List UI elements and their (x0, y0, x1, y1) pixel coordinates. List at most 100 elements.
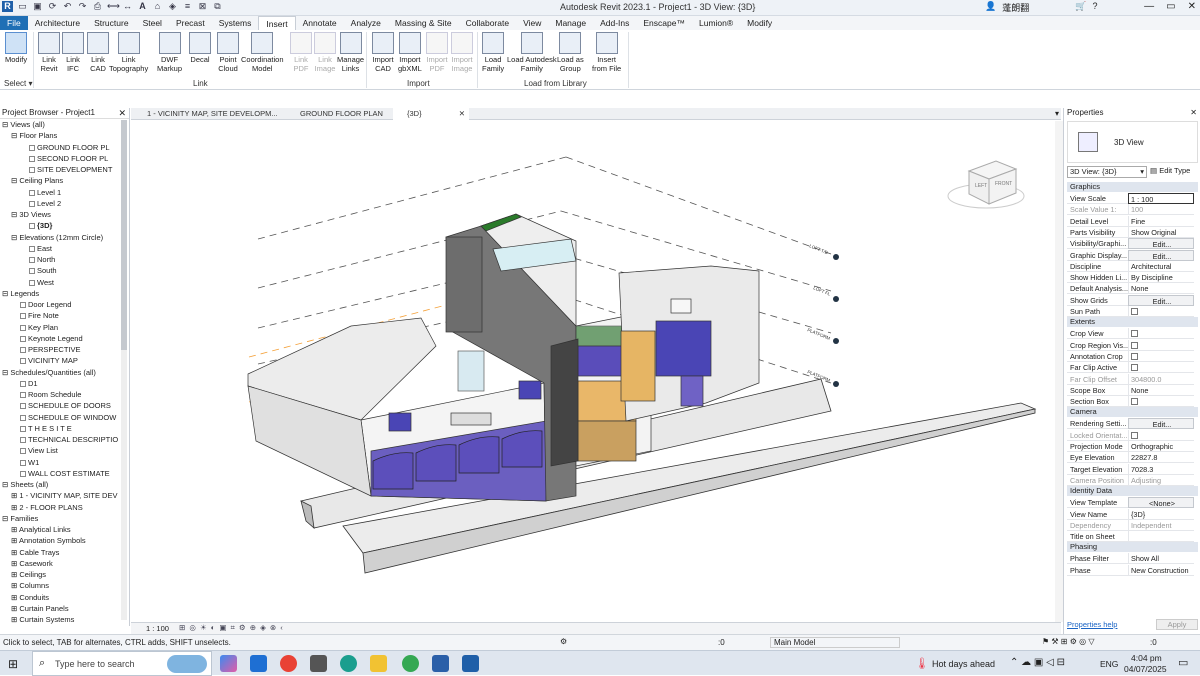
thin-lines-icon[interactable]: ≡ (182, 1, 193, 12)
property-value[interactable]: By Discipline (1128, 272, 1194, 284)
close-button[interactable]: ✕ (1188, 1, 1196, 12)
browser-item[interactable]: WALL COST ESTIMATE (0, 468, 129, 479)
help-icon[interactable]: ? (1092, 1, 1097, 14)
tab-view[interactable]: View (516, 16, 548, 30)
tab-massing-site[interactable]: Massing & Site (388, 16, 459, 30)
tab-file[interactable]: File (0, 16, 28, 30)
dimension-icon[interactable]: ↔ (122, 1, 133, 12)
property-value[interactable]: None (1128, 384, 1194, 396)
redo-icon[interactable]: ↷ (77, 1, 88, 12)
worksets-icon[interactable]: ⚙ (560, 637, 567, 646)
browser-item[interactable]: ⊟ Families (0, 513, 129, 524)
browser-item[interactable]: Key Plan (0, 322, 129, 333)
tab-lumion-[interactable]: Lumion® (692, 16, 740, 30)
browser-item[interactable]: ⊞ Curtain Systems (0, 614, 129, 625)
ribbon-button-manage-links[interactable]: Manage Links (337, 32, 364, 73)
system-tray-icons[interactable]: ⌃ ☁ ▣ ◁ ⊟ (1010, 657, 1065, 668)
scale-selector[interactable]: 1 : 100 (146, 624, 169, 633)
ribbon-button-insert-from-file[interactable]: Insert from File (592, 32, 621, 73)
ribbon-button-link-topography[interactable]: Link Topography (109, 32, 148, 73)
instance-selector[interactable]: 3D View: {3D} ▾ (1067, 166, 1147, 178)
property-value[interactable]: {3D} (1128, 508, 1194, 520)
browser-item[interactable]: W1 (0, 457, 129, 468)
browser-item[interactable]: D1 (0, 378, 129, 389)
level-tag[interactable]: LOFT T/B (809, 243, 829, 255)
weather-text[interactable]: Hot days ahead (932, 659, 995, 669)
ribbon-button-link-revit[interactable]: Link Revit (38, 32, 60, 73)
browser-item[interactable]: East (0, 243, 129, 254)
property-value[interactable]: Show Original (1128, 226, 1194, 238)
property-value[interactable]: None (1128, 283, 1194, 295)
file-explorer-icon[interactable] (370, 655, 387, 672)
browser-item[interactable]: ⊟ Legends (0, 288, 129, 299)
view-tab-3d[interactable]: {3D} ✕ (393, 108, 469, 120)
browser-item[interactable]: Level 2 (0, 198, 129, 209)
property-value[interactable] (1128, 429, 1194, 441)
browser-item[interactable]: ⊟ 3D Views (0, 209, 129, 220)
user-icon[interactable]: 👤 (985, 1, 996, 14)
weather-icon[interactable]: 🌡 (915, 657, 929, 670)
view-vertical-scrollbar[interactable] (1055, 121, 1063, 622)
browser-item[interactable]: Keynote Legend (0, 333, 129, 344)
browser-item[interactable]: ⊞ 2 - FLOOR PLANS (0, 502, 129, 513)
app-icon[interactable] (310, 655, 327, 672)
ribbon-button-load-family[interactable]: Load Family (482, 32, 504, 73)
property-value[interactable]: 22827.8 (1128, 452, 1194, 464)
apply-button[interactable]: Apply (1156, 619, 1198, 630)
ribbon-button-point-cloud[interactable]: Point Cloud (217, 32, 239, 73)
save-icon[interactable]: ▣ (32, 1, 43, 12)
checkbox[interactable] (1131, 308, 1138, 315)
undo-icon[interactable]: ↶ (62, 1, 73, 12)
property-value[interactable] (1128, 531, 1194, 543)
ribbon-button-link-pdf[interactable]: Link PDF (290, 32, 312, 73)
level-tag[interactable]: LOFT FL (813, 285, 832, 297)
section-header-graphics[interactable]: Graphics (1067, 182, 1198, 192)
close-hidden-icon[interactable]: ⊠ (197, 1, 208, 12)
ribbon-button-import-cad[interactable]: Import CAD (372, 32, 394, 73)
properties-help-link[interactable]: Properties help (1067, 620, 1117, 629)
property-value[interactable]: New Construction (1128, 564, 1194, 576)
browser-item[interactable]: ⊟ Ceiling Plans (0, 175, 129, 186)
property-value[interactable]: Edit... (1128, 238, 1194, 250)
expand-icon[interactable]: ⊞ (11, 536, 19, 545)
property-value[interactable] (1128, 306, 1194, 317)
text-icon[interactable]: A (137, 1, 148, 12)
tab-enscape-[interactable]: Enscape™ (636, 16, 692, 30)
3d-view-icon[interactable]: ⌂ (152, 1, 163, 12)
viewcube[interactable]: LEFT FRONT (947, 160, 1025, 209)
browser-item[interactable]: North (0, 254, 129, 265)
browser-item[interactable]: SCHEDULE OF DOORS (0, 400, 129, 411)
ribbon-button-link-cad[interactable]: Link CAD (87, 32, 109, 73)
browser-item[interactable]: West (0, 277, 129, 288)
tab-annotate[interactable]: Annotate (296, 16, 344, 30)
view-menu-icon[interactable]: ▾ (1055, 109, 1059, 118)
browser-item[interactable]: GROUND FLOOR PL (0, 142, 129, 153)
view-tab-vicinity-map[interactable]: 1 - VICINITY MAP, SITE DEVELOPM... (133, 108, 283, 120)
tab-analyze[interactable]: Analyze (344, 16, 388, 30)
browser-item[interactable]: ⊞ Casework (0, 558, 129, 569)
property-value[interactable]: <None> (1128, 497, 1194, 509)
browser-item[interactable]: ⊞ Columns (0, 580, 129, 591)
browser-item[interactable]: Room Schedule (0, 389, 129, 400)
ribbon-button-import-image[interactable]: Import Image (451, 32, 473, 73)
property-value[interactable] (1128, 350, 1194, 362)
section-header-camera[interactable]: Camera (1067, 407, 1198, 418)
property-value[interactable]: 1 : 100 (1128, 193, 1194, 204)
type-selector[interactable]: 3D View (1067, 121, 1198, 163)
3d-viewport[interactable]: LOFT T/B LOFT FL PLATFORM PLATFORM LEFT … (131, 121, 1056, 622)
tab-modify[interactable]: Modify (740, 16, 779, 30)
copilot-icon[interactable] (220, 655, 237, 672)
tab-manage[interactable]: Manage (548, 16, 593, 30)
view-controls-icons[interactable]: ⊞ ◎ ☀ ◐ ▣ ⌗ ⚙ ⊕ ◈ ⊗ ‹ (179, 623, 284, 633)
print-icon[interactable]: ⎙ (92, 1, 103, 12)
minimize-button[interactable]: — (1144, 1, 1154, 12)
browser-item[interactable]: ⊞ Conduits (0, 592, 129, 603)
edit-type-button[interactable]: ▤ Edit Type (1150, 166, 1190, 175)
browser-item[interactable]: PERSPECTIVE (0, 344, 129, 355)
tab-structure[interactable]: Structure (87, 16, 136, 30)
viewcube-left-label[interactable]: LEFT (975, 183, 987, 189)
browser-item[interactable]: ⊞ Analytical Links (0, 524, 129, 535)
browser-item[interactable]: Level 1 (0, 187, 129, 198)
revit-icon[interactable] (462, 655, 479, 672)
close-icon[interactable]: ✕ (1190, 108, 1197, 117)
